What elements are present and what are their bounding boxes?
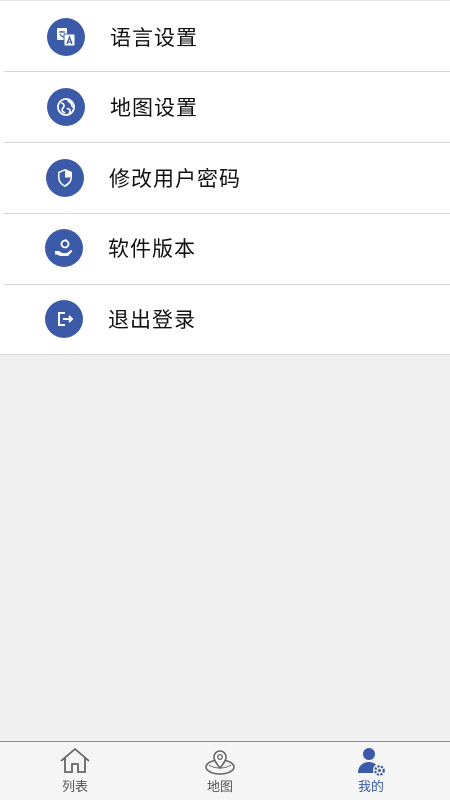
globe-icon: [47, 88, 85, 126]
home-icon: [58, 746, 92, 776]
top-divider: [0, 0, 450, 1]
user-settings-icon: [354, 746, 388, 776]
menu-item-label: 语言设置: [110, 26, 198, 50]
shield-icon: [46, 159, 84, 197]
menu-item-map-settings[interactable]: 地图设置: [0, 72, 450, 142]
map-icon: [203, 746, 237, 776]
menu-item-change-password[interactable]: 修改用户密码: [0, 143, 450, 213]
menu-item-label: 修改用户密码: [109, 167, 241, 191]
tab-map[interactable]: 地图: [145, 742, 295, 800]
menu-item-label: 退出登录: [108, 308, 196, 332]
tab-label: 列表: [61, 780, 88, 795]
settings-menu: 语言设置 地图设置 修改用户密码 软件版本 退出登录: [0, 0, 450, 355]
bottom-tab-bar: 列表 地图 我的: [0, 741, 450, 800]
menu-item-label: 软件版本: [108, 237, 196, 261]
tab-label: 我的: [357, 780, 384, 795]
menu-item-language-settings[interactable]: 语言设置: [0, 2, 450, 72]
tab-label: 地图: [206, 780, 233, 795]
settings-screen: 语言设置 地图设置 修改用户密码 软件版本 退出登录 列表 地图 我的: [0, 0, 450, 800]
tab-list[interactable]: 列表: [0, 742, 150, 800]
menu-item-logout[interactable]: 退出登录: [0, 284, 450, 354]
menu-item-label: 地图设置: [110, 96, 198, 120]
logout-icon: [45, 300, 83, 338]
language-icon: [47, 18, 85, 56]
tab-mine[interactable]: 我的: [296, 742, 446, 800]
version-hand-icon: [45, 229, 83, 267]
menu-item-software-version[interactable]: 软件版本: [0, 213, 450, 283]
